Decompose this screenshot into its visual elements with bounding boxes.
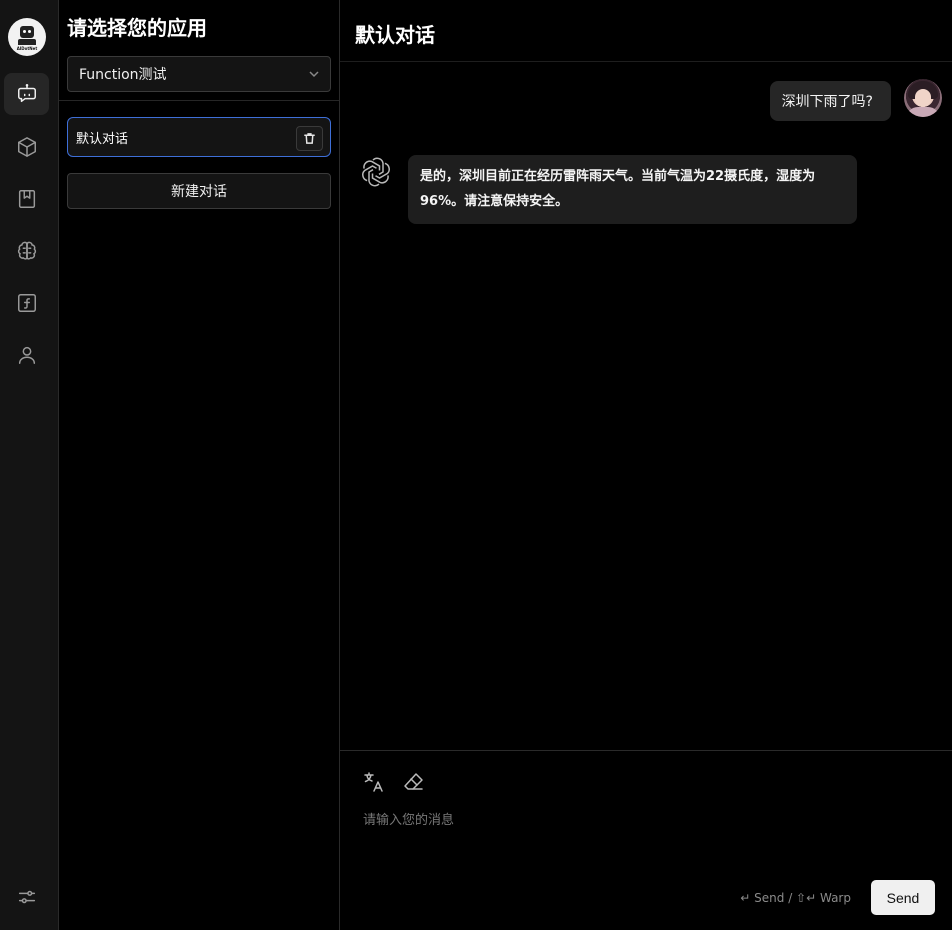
rail-item-user[interactable] bbox=[4, 334, 49, 376]
rail-item-models[interactable] bbox=[4, 230, 49, 272]
send-button[interactable]: Send bbox=[871, 880, 935, 915]
clear-button[interactable] bbox=[403, 771, 425, 793]
sliders-icon bbox=[18, 890, 35, 904]
app-logo[interactable]: AIDotNet bbox=[8, 18, 46, 56]
app-select-value: Function测试 bbox=[79, 67, 167, 83]
message-input[interactable] bbox=[363, 809, 933, 869]
panel-divider bbox=[59, 100, 339, 101]
assistant-message: 是的，深圳目前正在经历雷阵雨天气。当前气温为22摄氏度，湿度为96%。请注意保持… bbox=[408, 155, 857, 224]
conversation-panel: 请选择您的应用 Function测试 默认对话 新建对话 bbox=[59, 0, 340, 930]
conversation-item[interactable]: 默认对话 bbox=[67, 117, 331, 157]
rail-settings[interactable] bbox=[4, 876, 49, 918]
brain-icon bbox=[17, 241, 36, 260]
bookmark-book-icon bbox=[18, 190, 35, 208]
icon-rail: AIDotNet bbox=[0, 0, 59, 930]
function-icon bbox=[17, 294, 36, 312]
robot-logo-icon bbox=[20, 25, 34, 38]
input-area: ↵ Send / ⇧↵ Warp Send bbox=[340, 750, 952, 930]
chat-area: 默认对话 深圳下雨了吗? 是的，深圳目前正在经历雷阵雨天气。当前气温为22摄氏度… bbox=[340, 0, 952, 930]
new-conversation-button[interactable]: 新建对话 bbox=[67, 173, 331, 209]
logo-text: AIDotNet bbox=[16, 45, 38, 51]
chat-bot-icon bbox=[17, 84, 36, 103]
delete-conversation-button[interactable] bbox=[296, 126, 323, 151]
openai-icon bbox=[359, 155, 393, 189]
chevron-down-icon bbox=[308, 68, 320, 80]
translate-button[interactable] bbox=[363, 771, 385, 793]
panel-title: 请选择您的应用 bbox=[67, 16, 207, 40]
trash-icon bbox=[304, 133, 315, 144]
rail-item-apps[interactable] bbox=[4, 126, 49, 168]
rail-item-knowledge[interactable] bbox=[4, 178, 49, 220]
user-avatar bbox=[904, 79, 942, 117]
translate-icon bbox=[364, 772, 383, 792]
app-select[interactable]: Function测试 bbox=[67, 56, 331, 92]
rail-item-functions[interactable] bbox=[4, 282, 49, 324]
rail-item-chat[interactable] bbox=[4, 73, 49, 115]
user-icon bbox=[18, 346, 35, 364]
chat-header: 默认对话 bbox=[340, 0, 952, 62]
send-hint: ↵ Send / ⇧↵ Warp bbox=[740, 891, 851, 905]
eraser-icon bbox=[404, 773, 423, 790]
cube-icon bbox=[17, 137, 36, 157]
conversation-item-label: 默认对话 bbox=[76, 131, 129, 147]
chat-title: 默认对话 bbox=[355, 23, 435, 47]
user-message: 深圳下雨了吗? bbox=[769, 81, 891, 121]
